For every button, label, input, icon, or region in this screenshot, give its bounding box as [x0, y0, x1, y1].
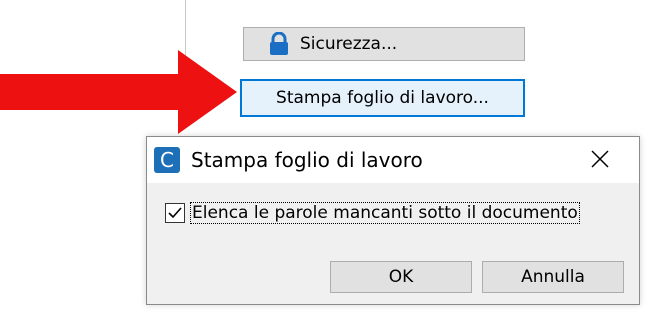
security-button[interactable]: Sicurezza...: [243, 27, 525, 61]
ok-button-label: OK: [388, 267, 414, 287]
print-worksheet-button[interactable]: Stampa foglio di lavoro...: [240, 79, 525, 117]
missing-words-checkbox[interactable]: [165, 203, 185, 223]
print-worksheet-button-label: Stampa foglio di lavoro...: [276, 88, 489, 108]
ok-button[interactable]: OK: [330, 261, 472, 293]
missing-words-option[interactable]: Elenca le parole mancanti sotto il docum…: [165, 202, 580, 224]
dialog-titlebar: C Stampa foglio di lavoro: [147, 137, 639, 183]
checkmark-icon: [168, 207, 182, 219]
cancel-button-label: Annulla: [521, 267, 585, 287]
red-arrow-icon: [0, 50, 237, 134]
close-icon[interactable]: [587, 146, 613, 172]
app-icon: C: [154, 147, 180, 173]
lock-icon: [268, 31, 290, 56]
dialog-title: Stampa foglio di lavoro: [191, 148, 423, 172]
print-worksheet-dialog: C Stampa foglio di lavoro Elenca le paro…: [146, 136, 640, 305]
security-button-label: Sicurezza...: [300, 34, 398, 54]
cancel-button[interactable]: Annulla: [482, 261, 624, 293]
missing-words-label: Elenca le parole mancanti sotto il docum…: [190, 202, 580, 224]
